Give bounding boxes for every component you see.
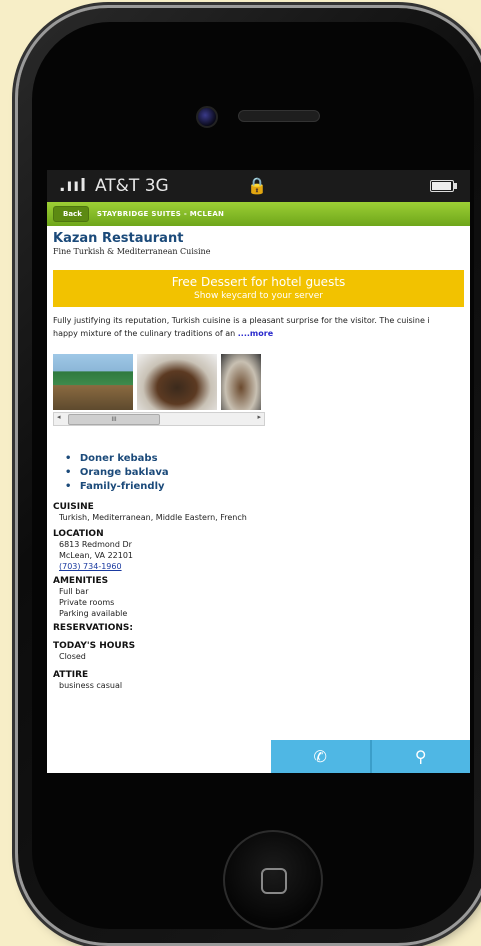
gallery-scrollbar[interactable]: ◂ III ▸ xyxy=(53,412,265,426)
description-line-2: happy mixture of the culinary traditions… xyxy=(53,327,464,340)
amenities-heading: AMENITIES xyxy=(53,576,109,586)
restaurant-name: Kazan Restaurant xyxy=(53,231,184,246)
camera-icon xyxy=(196,106,218,128)
gallery-photo-dish[interactable] xyxy=(137,354,217,410)
attire-value: business casual xyxy=(59,681,123,690)
back-button[interactable]: Back xyxy=(53,206,89,222)
gallery-photo-exterior[interactable] xyxy=(53,354,133,410)
photo-gallery[interactable] xyxy=(53,354,263,410)
highlight-item: Orange baklava xyxy=(65,466,464,480)
highlights-list: Doner kebabs Orange baklava Family-frien… xyxy=(65,452,464,494)
highlight-item: Doner kebabs xyxy=(65,452,464,466)
scroll-thumb[interactable]: III xyxy=(68,414,160,425)
promo-subtitle: Show keycard to your server xyxy=(194,291,323,301)
address-line-1: 6813 Redmond Dr xyxy=(59,540,132,549)
phone-row: (703) 734-1960 xyxy=(59,561,464,572)
description-line-2-text: happy mixture of the culinary traditions… xyxy=(53,329,236,338)
description-line-1: Fully justifying its reputation, Turkish… xyxy=(53,316,430,325)
battery-icon xyxy=(430,180,457,192)
nav-bar: Back STAYBRIDGE SUITES - MCLEAN xyxy=(47,202,470,226)
reservations-heading: RESERVATIONS: xyxy=(53,623,134,633)
scroll-right-icon[interactable]: ▸ xyxy=(257,413,261,421)
amenity-item: Parking available xyxy=(59,609,128,618)
hours-value: Closed xyxy=(59,652,86,661)
restaurant-subtitle: Fine Turkish & Mediterranean Cuisine xyxy=(53,247,211,256)
promo-title: Free Dessert for hotel guests xyxy=(171,275,346,289)
cuisine-value: Turkish, Mediterranean, Middle Eastern, … xyxy=(59,513,247,522)
main-content: Kazan Restaurant Fine Turkish & Mediterr… xyxy=(47,231,470,691)
description: Fully justifying its reputation, Turkish… xyxy=(53,314,464,340)
phone-link[interactable]: (703) 734-1960 xyxy=(59,562,122,571)
action-bar: ✆ ⚲ xyxy=(271,740,470,773)
promo-banner: Free Dessert for hotel guests Show keyca… xyxy=(53,270,464,307)
home-square-icon xyxy=(261,868,287,894)
gallery-photo-plate[interactable] xyxy=(221,354,261,410)
nav-title: STAYBRIDGE SUITES - MCLEAN xyxy=(96,210,225,218)
phone-icon: ✆ xyxy=(313,747,327,766)
call-button[interactable]: ✆ xyxy=(271,740,370,773)
cuisine-heading: CUISINE xyxy=(53,502,94,512)
address-line-2: McLean, VA 22101 xyxy=(59,551,134,560)
home-button[interactable] xyxy=(223,830,323,930)
amenity-item: Private rooms xyxy=(59,598,115,607)
carrier-label: AT&T 3G xyxy=(94,176,169,196)
status-bar: .ııl AT&T 3G 🔒 xyxy=(47,170,470,202)
hours-heading: TODAY'S HOURS xyxy=(53,641,136,651)
signal-icon: .ııl xyxy=(59,176,87,196)
more-link[interactable]: ....more xyxy=(238,329,273,338)
speaker-grille xyxy=(238,110,320,122)
phone-screen: .ııl AT&T 3G 🔒 Back STAYBRIDGE SUITES - … xyxy=(47,170,470,773)
scroll-left-icon[interactable]: ◂ xyxy=(57,413,61,421)
amenity-item: Full bar xyxy=(59,587,89,596)
attire-heading: ATTIRE xyxy=(53,670,89,680)
lock-icon: 🔒 xyxy=(247,176,267,195)
map-pin-icon: ⚲ xyxy=(414,747,427,766)
highlight-item: Family-friendly xyxy=(65,480,464,494)
location-heading: LOCATION xyxy=(53,529,104,539)
map-button[interactable]: ⚲ xyxy=(369,740,470,773)
